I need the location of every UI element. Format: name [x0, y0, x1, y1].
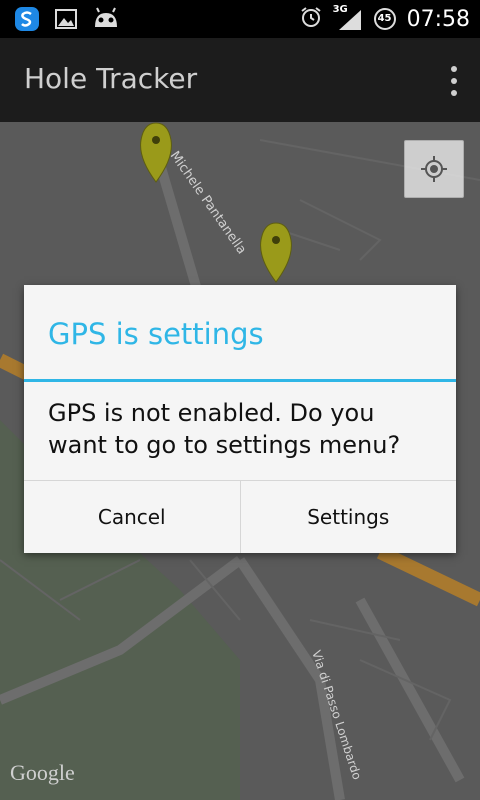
clock: 07:58	[406, 6, 470, 32]
action-bar: Hole Tracker	[0, 38, 480, 122]
android-icon	[92, 7, 120, 35]
google-logo: Google	[10, 760, 75, 785]
dialog-divider	[24, 379, 456, 382]
my-location-button[interactable]	[404, 140, 464, 198]
battery-icon: 45	[373, 7, 397, 31]
dialog-message: GPS is not enabled. Do you want to go to…	[48, 399, 401, 459]
cancel-button[interactable]: Cancel	[24, 481, 240, 553]
dialog-button-bar: Cancel Settings	[24, 480, 456, 553]
app-title: Hole Tracker	[24, 62, 198, 95]
gps-dialog: GPS is settings GPS is not enabled. Do y…	[24, 285, 456, 553]
overflow-menu-icon[interactable]	[450, 66, 458, 96]
battery-level: 45	[377, 13, 392, 24]
my-location-icon	[421, 156, 447, 182]
alarm-icon	[299, 5, 323, 33]
signal-icon: 3G	[333, 4, 363, 32]
dialog-title: GPS is settings	[48, 317, 264, 351]
marker-pin-2[interactable]	[260, 222, 292, 283]
status-bar: 3G 45 07:58	[0, 0, 480, 38]
settings-button[interactable]: Settings	[239, 481, 456, 553]
s-app-icon	[14, 6, 40, 36]
image-icon	[54, 7, 78, 35]
